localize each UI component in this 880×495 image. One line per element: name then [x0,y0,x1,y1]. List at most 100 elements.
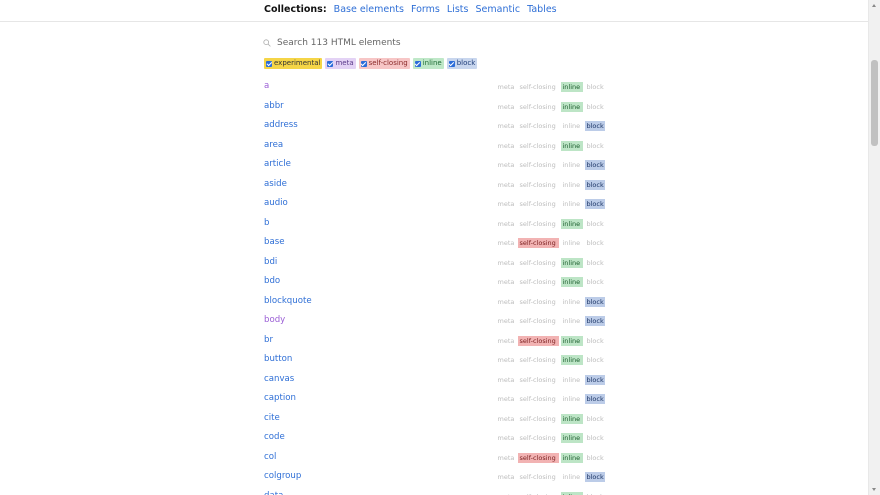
tag-meta: meta [497,258,515,267]
element-row: bdo meta self-closing inline block [0,272,869,292]
tag-block: block [586,141,604,150]
search-bar [263,36,623,50]
checkbox-checked-icon [327,60,334,67]
collections-bar: Collections: Base elements Forms Lists S… [0,0,869,22]
scroll-up-arrow-icon[interactable] [872,4,876,7]
collection-link-semantic[interactable]: Semantic [476,4,521,15]
element-link[interactable]: cite [264,413,280,423]
collection-link-base-elements[interactable]: Base elements [334,4,404,15]
element-link[interactable]: body [264,315,285,325]
tag-block: block [586,453,604,462]
element-link[interactable]: bdo [264,276,280,286]
element-link[interactable]: colgroup [264,471,301,481]
checkbox-checked-icon [266,60,272,67]
element-tags: metaself-closinginlineblock [496,218,607,229]
tag-self-closing: self-closing [519,278,556,286]
tag-block: block [586,102,604,111]
tag-inline: inline [562,180,581,189]
checkbox-checked-icon [414,60,421,67]
filter-label: inline [422,59,442,67]
element-row: audio meta self-closing inline block [0,194,869,214]
element-link[interactable]: br [264,335,273,345]
element-row: b meta self-closing inline block [0,214,869,234]
tag-meta: meta [497,317,515,325]
tag-self-closing: self-closing [518,452,559,463]
tag-self-closing: self-closing [519,375,556,384]
element-link[interactable]: bdi [264,257,277,267]
element-link[interactable]: abbr [264,101,284,111]
element-link[interactable]: aside [264,179,287,189]
element-row: colgroup meta self-closing inline block [0,467,869,487]
scroll-down-arrow-icon[interactable] [872,488,876,491]
element-row: cite meta self-closing inline block [0,409,869,429]
filter-experimental[interactable]: experimental [264,58,323,69]
element-link[interactable]: audio [264,198,288,208]
element-tags: metaself-closinginlineblock [496,394,607,404]
collection-link-tables[interactable]: Tables [527,4,557,15]
collection-link-forms[interactable]: Forms [411,4,440,15]
element-tags: metaself-closinginlineblock [496,238,607,248]
tag-inline: inline [562,161,581,169]
element-link[interactable]: blockquote [264,296,312,306]
tag-meta: meta [497,434,515,442]
tag-inline: inline [561,433,583,443]
element-link[interactable]: base [264,237,285,247]
tag-meta: meta [497,141,515,150]
element-row: canvas meta self-closing inline block [0,370,869,390]
element-link[interactable]: col [264,452,276,462]
filter-self-closing[interactable]: self-closing [358,58,410,69]
element-row: code meta self-closing inline block [0,428,869,448]
tag-self-closing: self-closing [519,395,556,403]
tag-self-closing: self-closing [519,219,556,228]
tag-block: block [586,356,604,364]
collections-nav: Collections: Base elements Forms Lists S… [264,4,561,15]
tag-meta: meta [497,278,515,286]
element-tags: metaself-closinginlineblock [496,433,607,443]
checkbox-checked-icon [360,60,367,67]
vertical-scrollbar[interactable] [868,0,880,495]
collections-label: Collections: [264,4,327,15]
tag-self-closing: self-closing [519,258,556,267]
filter-label: self-closing [368,59,408,67]
element-tags: metaself-closinginlineblock [496,413,607,424]
element-tags: metaself-closinginlineblock [496,179,607,190]
filter-meta[interactable]: meta [325,58,356,69]
tag-block: block [586,414,604,423]
tag-block: block [585,199,606,209]
tag-block: block [586,434,604,442]
element-row: br meta self-closing inline block [0,331,869,351]
tag-block: block [585,121,606,131]
filter-block[interactable]: block [446,58,478,69]
filter-inline[interactable]: inline [412,58,444,69]
element-link[interactable]: b [264,218,269,228]
element-tags: metaself-closinginlineblock [496,472,607,482]
element-link[interactable]: canvas [264,374,294,384]
element-link[interactable]: caption [264,393,296,403]
element-tags: metaself-closinginlineblock [496,335,607,346]
filter-label: experimental [274,59,321,67]
tag-block: block [586,219,604,228]
element-link[interactable]: article [264,159,291,169]
element-link[interactable]: a [264,81,269,91]
element-link[interactable]: code [264,432,285,442]
element-row: caption meta self-closing inline block [0,389,869,409]
tag-inline: inline [561,218,583,229]
tag-self-closing: self-closing [518,492,559,495]
element-link[interactable]: area [264,140,283,150]
tag-inline: inline [562,375,581,384]
tag-inline: inline [561,82,583,92]
collection-link-lists[interactable]: Lists [447,4,469,15]
element-link[interactable]: data [264,491,283,495]
element-tags: metaself-closinginlineblock [496,121,607,131]
tag-self-closing: self-closing [519,297,556,306]
element-row: base meta self-closing inline block [0,233,869,253]
search-input[interactable] [277,38,577,48]
tag-inline: inline [561,413,583,424]
element-link[interactable]: button [264,354,292,364]
scrollbar-thumb[interactable] [871,60,878,146]
tag-meta: meta [497,473,515,481]
element-row: address meta self-closing inline block [0,116,869,136]
tag-meta: meta [497,375,515,384]
element-link[interactable]: address [264,120,298,130]
tag-self-closing: self-closing [519,83,556,91]
